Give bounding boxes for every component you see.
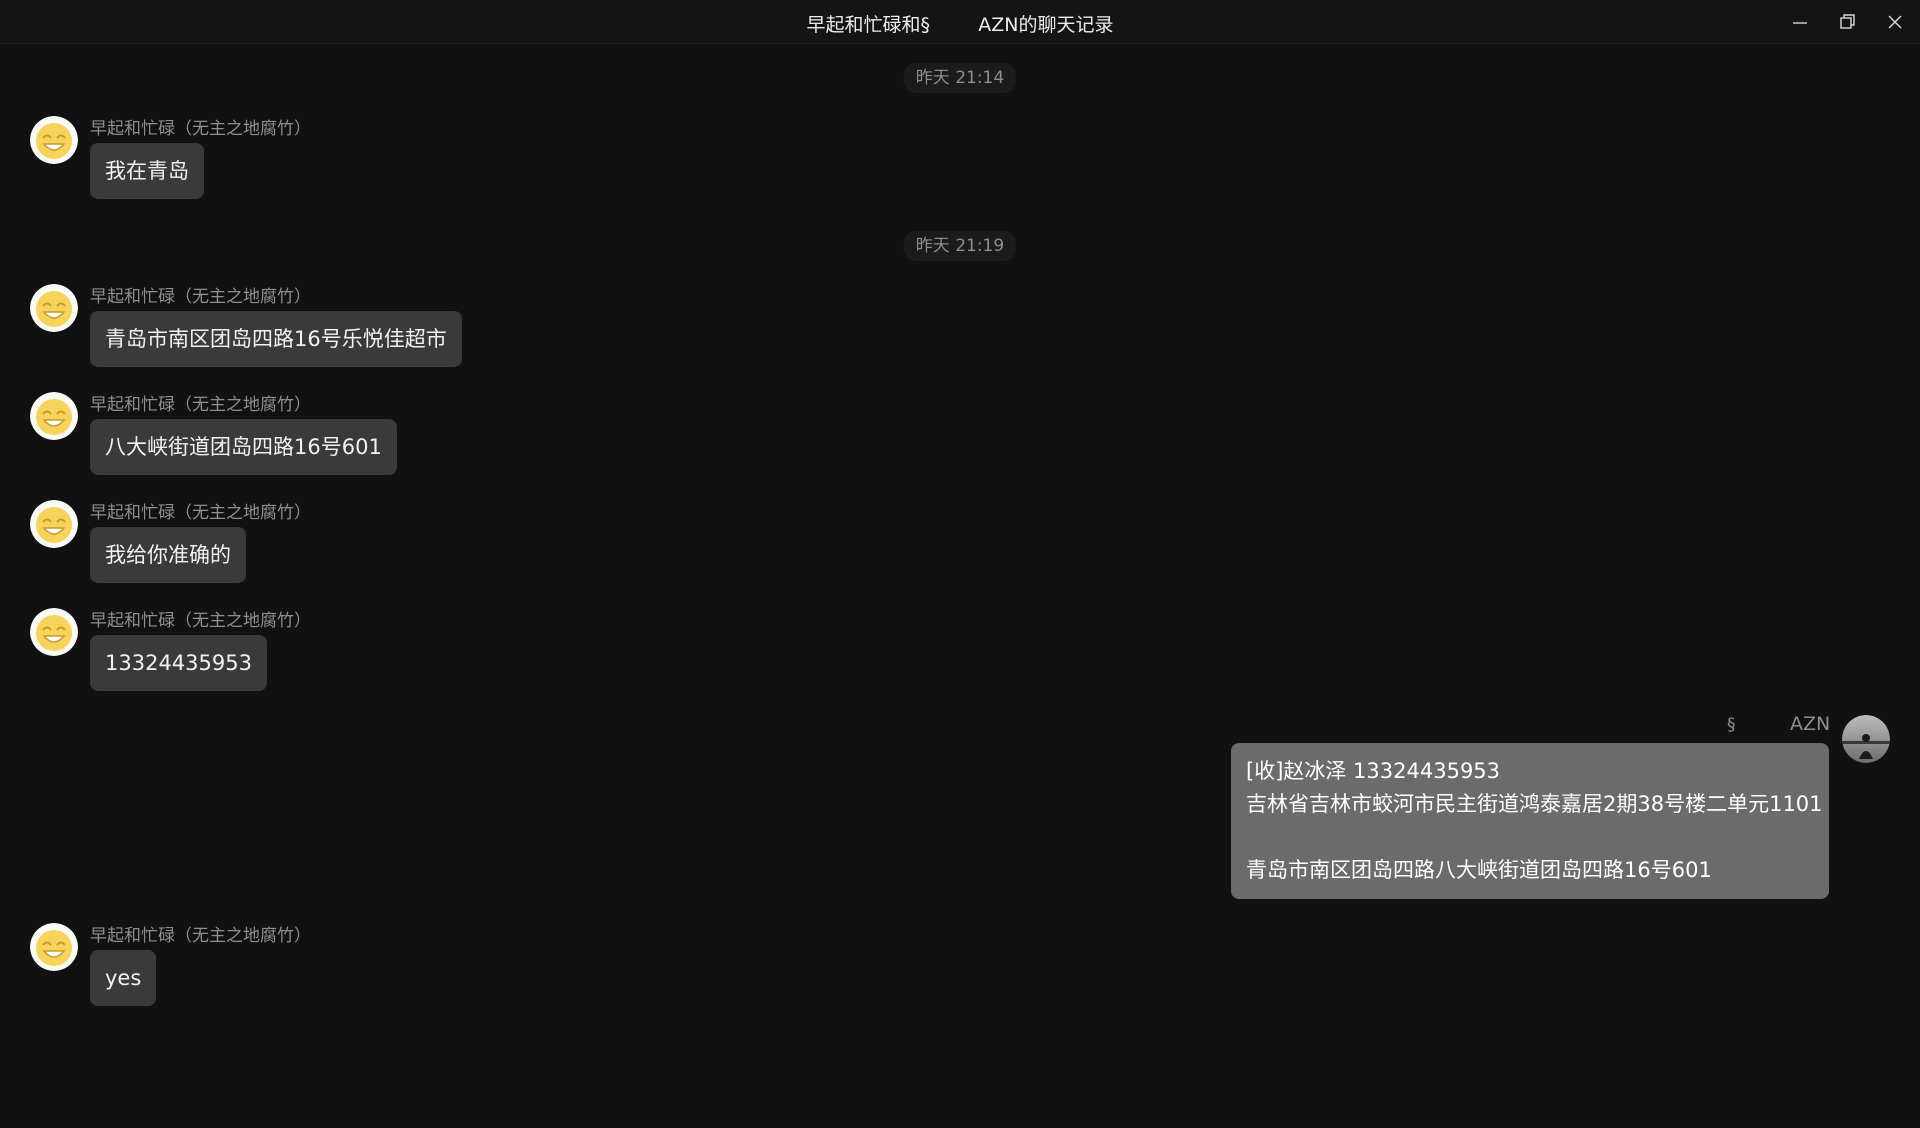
- sender-name: 早起和忙碌（无主之地腐竹）: [90, 926, 311, 946]
- message-bubble[interactable]: 我给你准确的: [90, 527, 246, 583]
- window-title: 早起和忙碌和§ AZN的聊天记录: [806, 14, 1114, 36]
- outgoing-message-bubble[interactable]: [收]赵冰泽 13324435953 吉林省吉林市蛟河市民主街道鸿泰嘉居2期38…: [1231, 743, 1829, 899]
- message-list[interactable]: 昨天 21:14 早起和忙碌（无主之地腐竹） 我在青岛 昨天 21:19 早起和…: [0, 44, 1920, 1128]
- contact-avatar[interactable]: [30, 608, 78, 656]
- minimize-icon: [1793, 22, 1807, 24]
- message-bubble[interactable]: 13324435953: [90, 635, 267, 691]
- restore-icon: [1840, 14, 1855, 29]
- message-bubble[interactable]: 我在青岛: [90, 143, 204, 199]
- minimize-button[interactable]: [1782, 6, 1818, 36]
- message-bubble[interactable]: 青岛市南区团岛四路16号乐悦佳超市: [90, 311, 462, 367]
- message-bubble[interactable]: yes: [90, 950, 157, 1006]
- sender-name: 早起和忙碌（无主之地腐竹）: [90, 287, 311, 307]
- smiley-face-avatar-icon: [30, 500, 78, 548]
- close-icon: [1888, 15, 1902, 29]
- smiley-face-avatar-icon: [30, 116, 78, 164]
- contact-avatar[interactable]: [30, 500, 78, 548]
- smiley-face-avatar-icon: [30, 392, 78, 440]
- smiley-face-avatar-icon: [30, 608, 78, 656]
- self-avatar[interactable]: [1842, 715, 1890, 763]
- chat-history-window: 早起和忙碌和§ AZN的聊天记录 昨天 21:14 早起和忙碌（无主之地腐竹） …: [0, 0, 1920, 1128]
- sender-name: 早起和忙碌（无主之地腐竹）: [90, 119, 311, 139]
- sender-name: 早起和忙碌（无主之地腐竹）: [90, 503, 311, 523]
- self-sign: §: [1727, 715, 1736, 735]
- message-bubble[interactable]: 八大峡街道团岛四路16号601: [90, 419, 397, 475]
- title-bar[interactable]: 早起和忙碌和§ AZN的聊天记录: [0, 0, 1920, 44]
- smiley-face-avatar-icon: [30, 284, 78, 332]
- timestamp-divider: 昨天 21:19: [903, 231, 1017, 261]
- contact-avatar[interactable]: [30, 284, 78, 332]
- restore-button[interactable]: [1830, 6, 1866, 36]
- sender-name: 早起和忙碌（无主之地腐竹）: [90, 395, 311, 415]
- contact-avatar[interactable]: [30, 392, 78, 440]
- smiley-face-avatar-icon: [30, 923, 78, 971]
- silhouette-photo-avatar-icon: [1842, 715, 1890, 763]
- close-button[interactable]: [1877, 6, 1913, 36]
- sender-name: 早起和忙碌（无主之地腐竹）: [90, 611, 311, 631]
- contact-avatar[interactable]: [30, 923, 78, 971]
- self-name: AZN: [1790, 713, 1831, 735]
- timestamp-divider: 昨天 21:14: [903, 63, 1017, 93]
- contact-avatar[interactable]: [30, 116, 78, 164]
